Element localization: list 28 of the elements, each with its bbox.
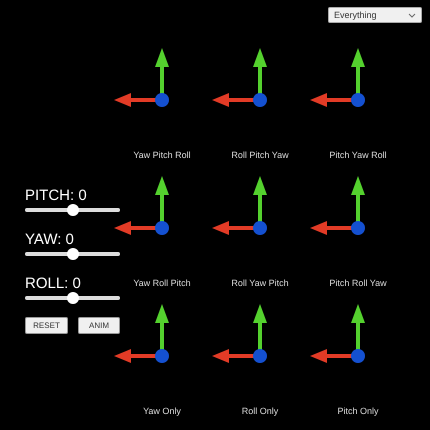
slider-label: PITCH: 0 [25, 187, 88, 205]
axis-gizmo-drawing [212, 176, 267, 235]
slider-label: YAW: 0 [25, 231, 75, 249]
axis-gizmo-drawing [212, 304, 267, 363]
axis-gizmo-drawing [114, 304, 169, 363]
gizmo-label: Pitch Roll Yaw [329, 278, 387, 288]
gizmo-label: Pitch Yaw Roll [329, 150, 387, 160]
panel-button[interactable]: RESET [25, 317, 68, 334]
slider-thumb[interactable] [66, 204, 78, 216]
gizmo-label: Roll Yaw Pitch [231, 278, 289, 288]
axis-gizmo-drawing [212, 48, 267, 107]
gizmo-label: Yaw Only [143, 406, 181, 416]
dropdown[interactable]: Everything [328, 7, 422, 23]
axis-gizmo-drawing [310, 48, 365, 107]
gizmo-label: Yaw Pitch Roll [133, 150, 191, 160]
slider-thumb[interactable] [66, 292, 78, 304]
gizmo-label: Roll Only [242, 406, 278, 416]
gizmo-label: Yaw Roll Pitch [133, 278, 191, 288]
gizmo-label: Roll Pitch Yaw [231, 150, 289, 160]
axis-gizmo-drawing [114, 48, 169, 107]
axis-gizmo-drawing [114, 176, 169, 235]
slider-thumb[interactable] [66, 248, 78, 260]
panel-button[interactable]: ANIM [78, 317, 120, 334]
axis-gizmo-drawing [310, 304, 365, 363]
axis-gizmo-drawing [310, 176, 365, 235]
chevron-icon [408, 12, 416, 18]
gizmo-label: Pitch Only [337, 406, 378, 416]
slider-label: ROLL: 0 [25, 275, 82, 293]
